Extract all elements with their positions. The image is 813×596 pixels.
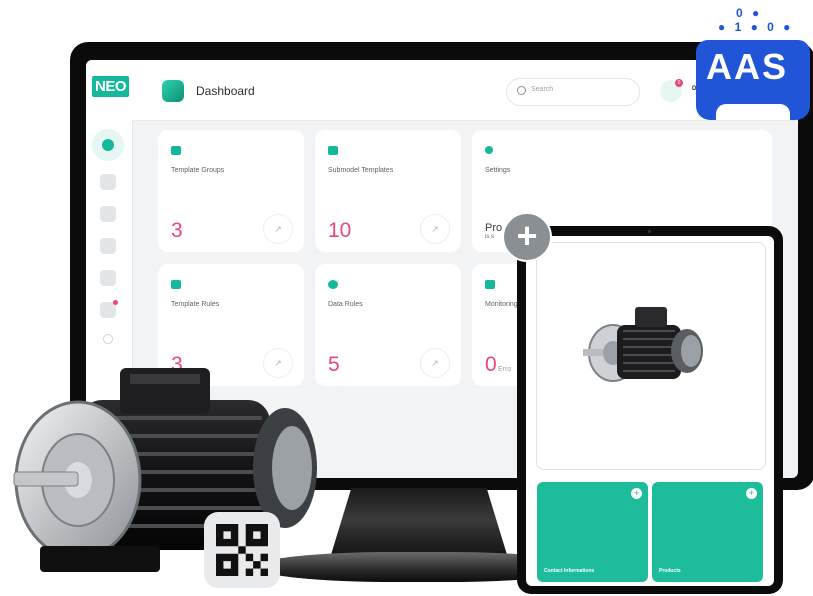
search-placeholder: Search bbox=[531, 86, 554, 93]
folder-icon bbox=[171, 146, 181, 155]
search-icon bbox=[517, 86, 526, 95]
tile-products[interactable]: + Products bbox=[652, 482, 763, 582]
binary-dots: 0 ● ● 1 ● 0 ● bbox=[718, 6, 794, 34]
settings-partial-title: Pro bbox=[485, 222, 503, 234]
monitor-stand bbox=[330, 488, 508, 558]
monitor-icon bbox=[485, 280, 495, 289]
tile-label: Products bbox=[659, 568, 681, 574]
dashboard-icon bbox=[102, 139, 114, 151]
cube-icon bbox=[162, 80, 184, 102]
puzzle-icon[interactable] bbox=[100, 270, 116, 286]
edit-icon bbox=[171, 280, 181, 289]
add-plus-icon: + bbox=[502, 212, 552, 262]
app-logo[interactable]: NEO bbox=[92, 76, 130, 97]
puzzle-icon bbox=[328, 280, 338, 289]
stack-icon bbox=[328, 146, 338, 155]
card-sub: Erro bbox=[498, 366, 512, 373]
card-data-rules[interactable]: Data Rules 5 ↗ bbox=[315, 264, 461, 386]
card-value: 10 bbox=[328, 219, 352, 242]
gear-icon bbox=[485, 146, 493, 154]
plus-icon[interactable]: + bbox=[746, 488, 757, 499]
card-value: 0 bbox=[485, 353, 497, 376]
page-title: Dashboard bbox=[196, 84, 255, 98]
template-icon[interactable] bbox=[100, 206, 116, 222]
notification-count-badge: 0 bbox=[675, 79, 683, 87]
open-arrow-icon[interactable]: ↗ bbox=[263, 214, 293, 244]
card-title: Settings bbox=[485, 167, 511, 174]
card-title: Template Groups bbox=[171, 167, 225, 174]
card-submodel-templates[interactable]: Submodel Templates 10 ↗ bbox=[315, 130, 461, 252]
folder-icon[interactable] bbox=[100, 174, 116, 190]
qr-code-icon bbox=[216, 524, 268, 576]
tablet-camera bbox=[648, 230, 651, 233]
card-title: Data Rules bbox=[328, 301, 363, 308]
plus-icon[interactable]: + bbox=[631, 488, 642, 499]
document-icon[interactable] bbox=[100, 238, 116, 254]
open-arrow-icon[interactable]: ↗ bbox=[420, 348, 450, 378]
aas-badge-notch bbox=[716, 104, 790, 120]
card-title: Template Rules bbox=[171, 301, 220, 308]
card-title: Submodel Templates bbox=[328, 167, 394, 174]
tile-contact-informations[interactable]: + Contact Informations bbox=[537, 482, 648, 582]
card-value: 3 bbox=[171, 219, 183, 242]
sidebar-alert-badge bbox=[113, 300, 118, 305]
settings-icon[interactable] bbox=[103, 334, 113, 344]
card-value: 5 bbox=[328, 353, 340, 376]
qr-code-tile bbox=[204, 512, 280, 588]
card-template-groups[interactable]: Template Groups 3 ↗ bbox=[158, 130, 304, 252]
aas-badge-text: AAS bbox=[706, 46, 789, 87]
product-image-frame bbox=[536, 242, 766, 470]
tile-label: Contact Informations bbox=[544, 568, 595, 574]
settings-partial-sub: is s bbox=[485, 234, 494, 240]
sidebar-item-dashboard[interactable] bbox=[92, 129, 124, 161]
search-input[interactable]: Search bbox=[506, 78, 640, 106]
card-title: Monitoring bbox=[485, 301, 518, 308]
motor-icon bbox=[583, 307, 703, 382]
open-arrow-icon[interactable]: ↗ bbox=[420, 214, 450, 244]
